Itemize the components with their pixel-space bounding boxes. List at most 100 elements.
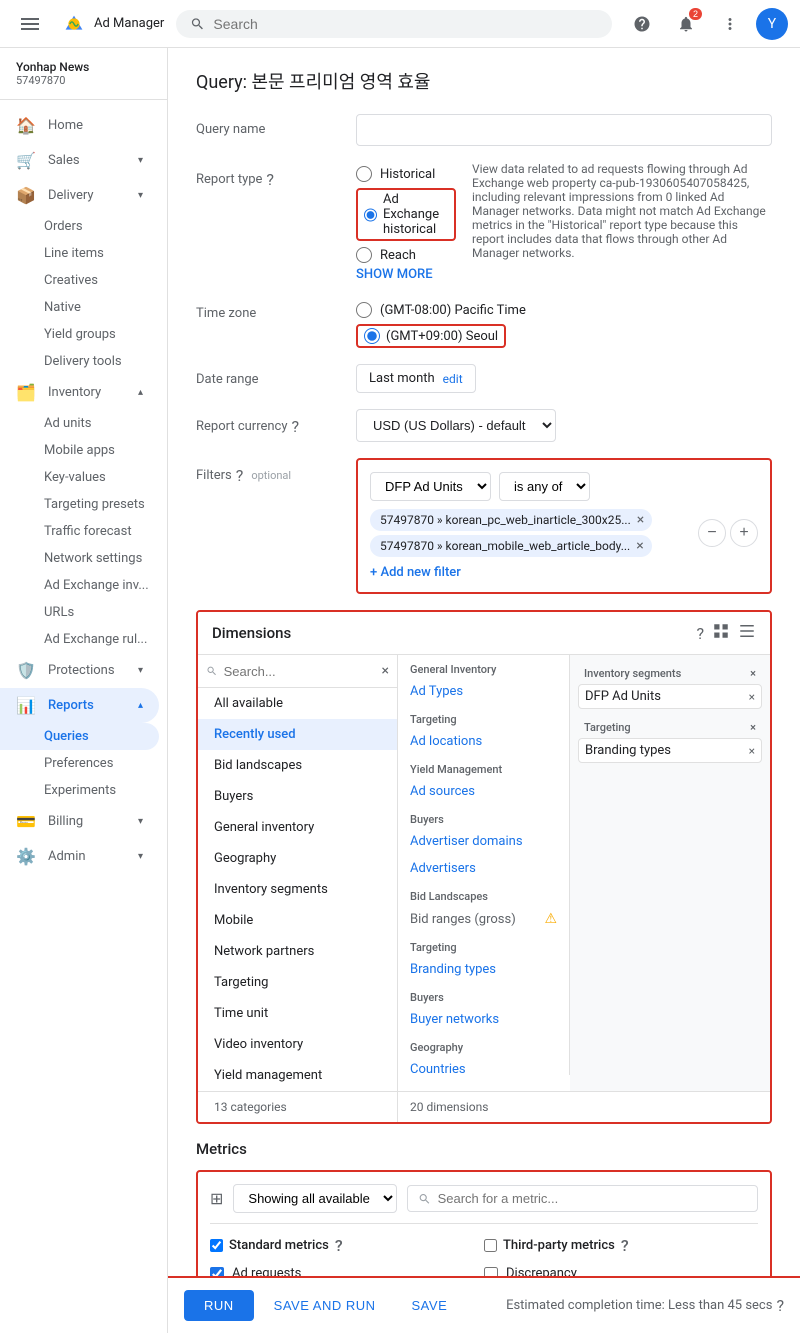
- radio-seoul[interactable]: (GMT+09:00) Seoul: [356, 324, 772, 348]
- query-name-input[interactable]: 본문 프리미엄 영역 효율: [356, 114, 772, 146]
- radio-historical[interactable]: Historical: [356, 166, 456, 182]
- add-filter-button[interactable]: + Add new filter: [370, 565, 758, 580]
- filter-operator-select[interactable]: is any of: [499, 472, 590, 501]
- dim-cat-mobile[interactable]: Mobile: [198, 905, 397, 936]
- standard-metrics-checkbox[interactable]: [210, 1239, 223, 1252]
- sidebar-sub-orders[interactable]: Orders: [0, 213, 167, 240]
- sidebar-sub-adexchange-inv[interactable]: Ad Exchange inv...: [0, 572, 167, 599]
- radio-pacific[interactable]: (GMT-08:00) Pacific Time: [356, 302, 772, 318]
- dim-cat-bid-landscapes[interactable]: Bid landscapes: [198, 750, 397, 781]
- sidebar-sub-yieldgroups[interactable]: Yield groups: [0, 321, 167, 348]
- dim-item-countries[interactable]: Countries: [398, 1056, 569, 1075]
- filters-help-icon[interactable]: ?: [236, 466, 244, 485]
- third-party-metrics-checkbox[interactable]: [484, 1239, 497, 1252]
- dim-item-advertiser-domains[interactable]: Advertiser domains: [398, 828, 569, 855]
- dim-cat-buyers[interactable]: Buyers: [198, 781, 397, 812]
- filter-plus-button[interactable]: +: [730, 519, 758, 547]
- run-button[interactable]: RUN: [184, 1290, 254, 1321]
- sidebar-sub-networksettings[interactable]: Network settings: [0, 545, 167, 572]
- date-range-control: Last month edit: [356, 364, 772, 393]
- report-type-help-icon[interactable]: ?: [266, 170, 274, 189]
- show-more-button[interactable]: SHOW MORE: [356, 267, 433, 282]
- dim-cat-recently-used[interactable]: Recently used: [198, 719, 397, 750]
- sidebar-sub-deliverytools[interactable]: Delivery tools: [0, 348, 167, 375]
- dim-item-branding-types[interactable]: Branding types: [398, 956, 569, 983]
- dim-item-bid-ranges[interactable]: Bid ranges (gross) ⚠: [398, 905, 569, 933]
- dim-cat-inventory-segments[interactable]: Inventory segments: [198, 874, 397, 905]
- filter-minus-button[interactable]: −: [698, 519, 726, 547]
- sidebar-sub-native[interactable]: Native: [0, 294, 167, 321]
- standard-metrics-help[interactable]: ?: [335, 1236, 343, 1255]
- dim-item-ad-types[interactable]: Ad Types: [398, 678, 569, 705]
- sidebar-sub-adunits[interactable]: Ad units: [0, 410, 167, 437]
- sidebar-item-delivery[interactable]: 📦 Delivery ▾: [0, 178, 159, 213]
- dimensions-title: Dimensions: [212, 624, 291, 642]
- dim-item-ad-locations[interactable]: Ad locations: [398, 728, 569, 755]
- dim-search-clear[interactable]: ×: [382, 663, 389, 679]
- sidebar-sub-creatives[interactable]: Creatives: [0, 267, 167, 294]
- currency-help-icon[interactable]: ?: [292, 417, 300, 436]
- sidebar-sub-adexchange-rules[interactable]: Ad Exchange rul...: [0, 626, 167, 653]
- save-button[interactable]: SAVE: [396, 1290, 464, 1321]
- dimensions-help-icon[interactable]: ?: [696, 624, 704, 643]
- dim-cat-general-inventory[interactable]: General inventory: [198, 812, 397, 843]
- filter-tag-1-close[interactable]: ×: [637, 512, 644, 528]
- dim-cat-yield-management[interactable]: Yield management: [198, 1060, 397, 1091]
- dimensions-view-icon-1[interactable]: [712, 622, 730, 644]
- sidebar-item-protections[interactable]: 🛡️ Protections ▾: [0, 653, 159, 688]
- radio-reach-label: Reach: [380, 248, 416, 263]
- dimensions-view-icon-2[interactable]: [738, 622, 756, 644]
- sidebar-item-inventory[interactable]: 🗂️ Inventory ▴: [0, 375, 159, 410]
- standard-metrics-header: Standard metrics ?: [210, 1236, 484, 1255]
- filter-field-select[interactable]: DFP Ad Units: [370, 472, 491, 501]
- dim-item-buyer-networks[interactable]: Buyer networks: [398, 1006, 569, 1033]
- sidebar-item-home[interactable]: 🏠 Home: [0, 108, 159, 143]
- sidebar-item-admin[interactable]: ⚙️ Admin ▾: [0, 839, 159, 874]
- dim-item-advertisers[interactable]: Advertisers: [398, 855, 569, 882]
- sidebar-item-reports[interactable]: 📊 Reports ▴: [0, 688, 159, 723]
- selected-group-inventory-segments-close[interactable]: ×: [750, 667, 756, 680]
- user-avatar[interactable]: Y: [756, 8, 788, 40]
- dim-item-ad-sources[interactable]: Ad sources: [398, 778, 569, 805]
- sidebar-sub-lineitems[interactable]: Line items: [0, 240, 167, 267]
- global-search-input[interactable]: [213, 16, 598, 32]
- global-search[interactable]: [176, 10, 612, 38]
- help-button[interactable]: [624, 6, 660, 42]
- dim-search-input[interactable]: [224, 664, 376, 679]
- sidebar-item-sales[interactable]: 🛒 Sales ▾: [0, 143, 159, 178]
- more-options-button[interactable]: [712, 6, 748, 42]
- hamburger-button[interactable]: [12, 6, 48, 42]
- notifications-button[interactable]: 2: [668, 6, 704, 42]
- sidebar-sub-trafficforecast[interactable]: Traffic forecast: [0, 518, 167, 545]
- dim-cat-all-available[interactable]: All available: [198, 688, 397, 719]
- report-type-control: Historical Ad Exchange historical Reach: [356, 162, 456, 282]
- dim-search-icon: [206, 664, 218, 678]
- metrics-filter-select[interactable]: Showing all available: [233, 1184, 397, 1213]
- sidebar-sub-preferences[interactable]: Preferences: [0, 750, 167, 777]
- estimated-time-help-icon[interactable]: ?: [776, 1296, 784, 1315]
- metrics-search-input[interactable]: [438, 1191, 747, 1206]
- sidebar-item-billing[interactable]: 💳 Billing ▾: [0, 804, 159, 839]
- radio-reach[interactable]: Reach: [356, 247, 456, 263]
- dim-cat-network-partners[interactable]: Network partners: [198, 936, 397, 967]
- selected-item-dfp-close[interactable]: ×: [749, 690, 755, 704]
- report-currency-select[interactable]: USD (US Dollars) - default: [356, 409, 556, 442]
- sidebar-sub-keyvalues[interactable]: Key-values: [0, 464, 167, 491]
- selected-item-branding-close[interactable]: ×: [749, 744, 755, 758]
- third-party-metrics-help[interactable]: ?: [621, 1236, 629, 1255]
- dim-cat-video-inventory[interactable]: Video inventory: [198, 1029, 397, 1060]
- sidebar-sub-targetingpresets[interactable]: Targeting presets: [0, 491, 167, 518]
- save-and-run-button[interactable]: SAVE AND RUN: [258, 1290, 392, 1321]
- radio-adexchange[interactable]: Ad Exchange historical: [356, 188, 456, 241]
- estimated-time-text: Estimated completion time: Less than 45 …: [506, 1298, 772, 1313]
- sidebar-sub-queries[interactable]: Queries: [0, 723, 159, 750]
- dim-cat-geography[interactable]: Geography: [198, 843, 397, 874]
- date-range-edit[interactable]: edit: [443, 372, 463, 386]
- filter-tag-2-close[interactable]: ×: [636, 538, 643, 554]
- dim-cat-targeting[interactable]: Targeting: [198, 967, 397, 998]
- dim-cat-time-unit[interactable]: Time unit: [198, 998, 397, 1029]
- selected-group-targeting-close[interactable]: ×: [750, 721, 756, 734]
- sidebar-sub-mobileapps[interactable]: Mobile apps: [0, 437, 167, 464]
- sidebar-sub-urls[interactable]: URLs: [0, 599, 167, 626]
- sidebar-sub-experiments[interactable]: Experiments: [0, 777, 167, 804]
